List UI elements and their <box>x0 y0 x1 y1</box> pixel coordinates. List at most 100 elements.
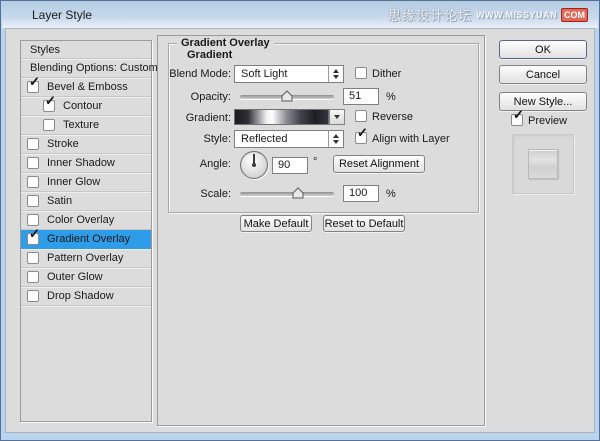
gradient-overlay-panel: Gradient Overlay Gradient Blend Mode: So… <box>157 35 485 426</box>
sidebar-item-gradient-overlay[interactable]: ✓ Gradient Overlay <box>21 230 151 249</box>
scale-slider-thumb[interactable] <box>292 187 304 199</box>
gradient-overlay-checkbox[interactable]: ✓ <box>27 233 39 245</box>
sidebar-item-contour[interactable]: ✓ Contour <box>21 97 151 116</box>
dialog-title: Layer Style <box>32 8 92 22</box>
check-icon: ✓ <box>357 126 368 139</box>
sidebar-item-label: Texture <box>63 119 99 131</box>
dither-label: Dither <box>372 68 401 80</box>
style-value: Reflected <box>241 133 328 145</box>
opacity-input[interactable]: 51 <box>343 88 379 105</box>
bevel-emboss-checkbox[interactable]: ✓ <box>27 81 39 93</box>
styles-list-items: ✓Bevel & Emboss✓ContourTextureStrokeInne… <box>21 78 151 306</box>
styles-list: Styles Blending Options: Custom ✓Bevel &… <box>20 40 152 422</box>
angle-label: Angle: <box>169 158 231 170</box>
scale-slider[interactable] <box>240 192 334 196</box>
preview-label: Preview <box>528 115 567 127</box>
opacity-slider[interactable] <box>240 95 334 99</box>
blend-mode-dropdown[interactable]: Soft Light <box>234 65 344 83</box>
sidebar-item-label: Inner Shadow <box>47 157 115 169</box>
contour-checkbox[interactable]: ✓ <box>43 100 55 112</box>
sidebar-item-label: Drop Shadow <box>47 290 114 302</box>
blend-mode-value: Soft Light <box>241 68 328 80</box>
chevron-down-icon <box>334 115 340 119</box>
align-with-layer-label: Align with Layer <box>372 133 450 145</box>
satin-checkbox[interactable] <box>27 195 39 207</box>
reverse-label: Reverse <box>372 111 413 123</box>
section-title: Gradient <box>187 49 232 61</box>
stepper-arrows-icon <box>328 131 343 147</box>
sidebar-item-label: Contour <box>63 100 102 112</box>
gradient-swatch[interactable] <box>234 109 329 125</box>
make-default-button[interactable]: Make Default <box>240 215 312 232</box>
reverse-checkbox[interactable] <box>355 110 367 122</box>
sidebar-item-bevel-emboss[interactable]: ✓ Bevel & Emboss <box>21 78 151 97</box>
sidebar-item-texture[interactable]: Texture <box>21 116 151 135</box>
angle-dial[interactable] <box>240 151 268 179</box>
opacity-unit: % <box>386 91 396 103</box>
titlebar[interactable]: Layer Style 思缘设计论坛 WWW.MISSYUAN COM <box>2 1 598 28</box>
drop-shadow-checkbox[interactable] <box>27 290 39 302</box>
sidebar-item-stroke[interactable]: Stroke <box>21 135 151 154</box>
sidebar-item-satin[interactable]: Satin <box>21 192 151 211</box>
angle-input[interactable]: 90 <box>272 157 308 174</box>
sidebar-item-label: Color Overlay <box>47 214 114 226</box>
sidebar-item-inner-shadow[interactable]: Inner Shadow <box>21 154 151 173</box>
pattern-overlay-checkbox[interactable] <box>27 252 39 264</box>
gradient-groupbox: Gradient Overlay Gradient Blend Mode: So… <box>168 43 479 213</box>
dialog-content: Styles Blending Options: Custom ✓Bevel &… <box>5 28 595 433</box>
sidebar-item-label: Stroke <box>47 138 79 150</box>
style-dropdown[interactable]: Reflected <box>234 130 344 148</box>
color-overlay-checkbox[interactable] <box>27 214 39 226</box>
reset-alignment-button[interactable]: Reset Alignment <box>333 155 425 173</box>
style-label: Style: <box>169 133 231 145</box>
preview-thumbnail <box>528 149 558 179</box>
sidebar-item-outer-glow[interactable]: Outer Glow <box>21 268 151 287</box>
sidebar-item-label: Satin <box>47 195 72 207</box>
blend-mode-label: Blend Mode: <box>169 68 231 80</box>
scale-input[interactable]: 100 <box>343 185 379 202</box>
opacity-label: Opacity: <box>169 91 231 103</box>
cancel-button[interactable]: Cancel <box>499 65 587 84</box>
styles-list-header: Styles <box>21 41 151 59</box>
check-icon: ✓ <box>45 94 56 107</box>
blending-options-label: Blending Options: Custom <box>30 62 158 74</box>
gradient-label: Gradient: <box>169 112 231 124</box>
preview-checkbox[interactable]: ✓ <box>511 114 523 126</box>
sidebar-item-label: Pattern Overlay <box>47 252 123 264</box>
sidebar-item-color-overlay[interactable]: Color Overlay <box>21 211 151 230</box>
watermark-badge: COM <box>561 8 588 22</box>
gradient-picker-arrow[interactable] <box>329 109 345 125</box>
texture-checkbox[interactable] <box>43 119 55 131</box>
sidebar-item-blending-options[interactable]: Blending Options: Custom <box>21 59 151 78</box>
sidebar-item-pattern-overlay[interactable]: Pattern Overlay <box>21 249 151 268</box>
scale-unit: % <box>386 188 396 200</box>
angle-center-dot <box>252 163 256 167</box>
sidebar-item-label: Inner Glow <box>47 176 100 188</box>
outer-glow-checkbox[interactable] <box>27 271 39 283</box>
align-with-layer-checkbox[interactable]: ✓ <box>355 132 367 144</box>
stepper-arrows-icon <box>328 66 343 82</box>
reset-to-default-button[interactable]: Reset to Default <box>323 215 405 232</box>
inner-shadow-checkbox[interactable] <box>27 157 39 169</box>
ok-button[interactable]: OK <box>499 40 587 59</box>
sidebar-item-inner-glow[interactable]: Inner Glow <box>21 173 151 192</box>
preview-frame <box>512 134 574 194</box>
check-icon: ✓ <box>29 75 40 88</box>
sidebar-item-label: Outer Glow <box>47 271 103 283</box>
dither-checkbox[interactable] <box>355 67 367 79</box>
sidebar-item-label: Gradient Overlay <box>47 233 130 245</box>
watermark-url-text: WWW.MISSYUAN <box>476 10 557 20</box>
inner-glow-checkbox[interactable] <box>27 176 39 188</box>
watermark: 思缘设计论坛 WWW.MISSYUAN COM <box>388 5 588 24</box>
layer-style-dialog: Layer Style 思缘设计论坛 WWW.MISSYUAN COM Styl… <box>0 0 600 441</box>
scale-label: Scale: <box>169 188 231 200</box>
opacity-slider-thumb[interactable] <box>281 90 293 102</box>
styles-header-label: Styles <box>30 44 60 56</box>
group-title: Gradient Overlay <box>177 37 274 49</box>
sidebar-item-drop-shadow[interactable]: Drop Shadow <box>21 287 151 306</box>
check-icon: ✓ <box>29 227 40 240</box>
check-icon: ✓ <box>513 108 524 121</box>
sidebar-item-label: Bevel & Emboss <box>47 81 128 93</box>
stroke-checkbox[interactable] <box>27 138 39 150</box>
watermark-cn-text: 思缘设计论坛 <box>388 5 472 24</box>
